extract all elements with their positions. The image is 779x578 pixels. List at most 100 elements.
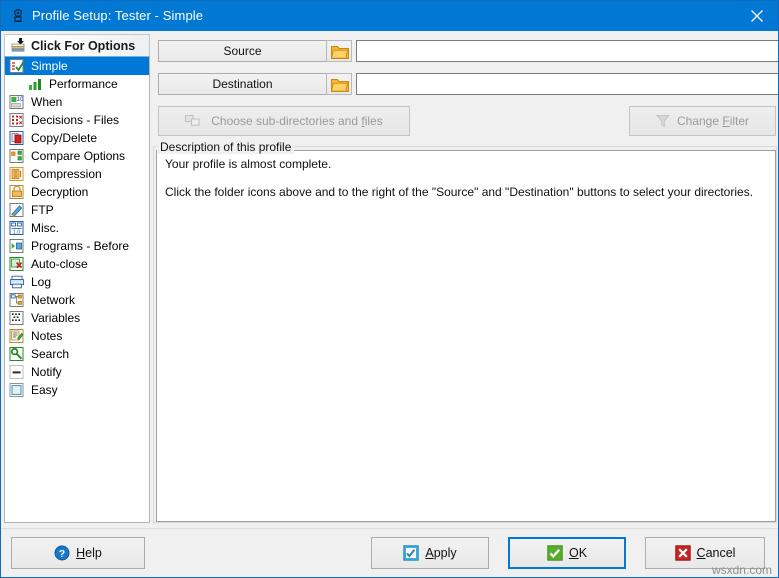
source-button-label: Source — [223, 44, 262, 58]
sidebar-item-label: Notes — [31, 329, 63, 343]
performance-bars-icon — [27, 76, 43, 92]
options-list-icon — [11, 38, 27, 54]
sidebar-item-performance[interactable]: Performance — [5, 75, 149, 93]
source-path-input[interactable] — [356, 40, 778, 62]
destination-button-label: Destination — [212, 77, 273, 91]
compare-options-icon — [9, 148, 25, 164]
sidebar-item-compression[interactable]: Compression — [5, 165, 149, 183]
profile-icon — [10, 8, 26, 24]
apply-button[interactable]: Apply — [371, 537, 489, 569]
destination-button[interactable]: Destination — [158, 73, 327, 95]
options-list[interactable]: Simple Performance 10 When Decisions - Files… — [4, 56, 150, 523]
help-button[interactable]: ? Help — [11, 537, 145, 569]
variables-icon — [9, 310, 25, 326]
sidebar-item-programs-before[interactable]: Programs - Before — [5, 237, 149, 255]
sidebar-item-notify[interactable]: Notify — [5, 363, 149, 381]
sidebar-item-label: Compare Options — [31, 149, 126, 163]
sidebar-item-label: Performance — [49, 77, 118, 91]
copy-delete-icon — [9, 130, 25, 146]
svg-text:?: ? — [59, 548, 65, 560]
log-printer-icon — [9, 274, 25, 290]
sidebar-item-label: Simple — [31, 59, 68, 73]
filter-icon — [655, 114, 671, 128]
sidebar-item-label: Compression — [31, 167, 102, 181]
sidebar-item-label: FTP — [31, 203, 54, 217]
source-folder-button[interactable] — [326, 40, 352, 62]
description-line-2: Click the folder icons above and to the … — [165, 185, 754, 199]
decisions-files-icon — [9, 112, 25, 128]
cancel-label: Cancel — [696, 546, 736, 560]
cancel-icon — [674, 545, 691, 561]
destination-folder-button[interactable] — [326, 73, 352, 95]
sidebar-item-search[interactable]: Search — [5, 345, 149, 363]
folder-icon — [331, 46, 349, 59]
ok-button[interactable]: OK — [508, 537, 626, 569]
description-line-1: Your profile is almost complete. — [165, 157, 332, 171]
main-panel: Source Alternatives Destination — [153, 34, 778, 523]
notify-icon — [9, 364, 25, 380]
compression-icon — [9, 166, 25, 182]
watermark: wsxdn.com — [711, 563, 772, 577]
easy-icon — [9, 382, 25, 398]
title-bar: Profile Setup: Tester - Simple — [1, 1, 778, 31]
sidebar-item-label: When — [31, 95, 63, 109]
programs-before-icon — [9, 238, 25, 254]
sidebar-item-easy[interactable]: Easy — [5, 381, 149, 399]
sidebar-item-decryption[interactable]: Decryption — [5, 183, 149, 201]
description-textbox[interactable]: Your profile is almost complete. Click t… — [156, 150, 776, 522]
sidebar-item-label: Notify — [31, 365, 62, 379]
ok-label: OK — [568, 546, 588, 560]
sidebar-item-misc[interactable]: 1.0 Misc. — [5, 219, 149, 237]
svg-text:10: 10 — [17, 97, 24, 103]
decryption-lock-icon — [9, 184, 25, 200]
sidebar-item-ftp[interactable]: FTP — [5, 201, 149, 219]
click-for-options-label: Click For Options — [31, 39, 136, 53]
sidebar-item-when[interactable]: 10 When — [5, 93, 149, 111]
auto-close-icon — [9, 256, 25, 272]
subdirectories-icon — [185, 113, 203, 129]
choose-subdirectories-label: Choose sub-directories and files — [211, 114, 383, 128]
click-for-options-header[interactable]: Click For Options — [4, 34, 150, 56]
apply-label: Apply — [425, 546, 457, 560]
sidebar-item-label: Copy/Delete — [31, 131, 98, 145]
svg-text:1.0: 1.0 — [13, 229, 21, 235]
change-filter-button[interactable]: Change Filter — [629, 106, 776, 136]
source-button[interactable]: Source — [158, 40, 327, 62]
window-title: Profile Setup: Tester - Simple — [32, 8, 204, 23]
misc-icon: 1.0 — [9, 220, 25, 236]
sidebar-item-network[interactable]: Network — [5, 291, 149, 309]
sidebar-item-label: Decryption — [31, 185, 89, 199]
ftp-icon — [9, 202, 25, 218]
footer-bar: ? Help Apply OK Cancel wsxdn.com — [1, 528, 778, 577]
choose-subdirectories-button[interactable]: Choose sub-directories and files — [158, 106, 410, 136]
simple-checklist-icon — [9, 58, 25, 74]
close-icon[interactable] — [734, 1, 778, 31]
sidebar-item-notes[interactable]: Notes — [5, 327, 149, 345]
network-icon — [9, 292, 25, 308]
description-group: Your profile is almost complete. Click t… — [153, 146, 777, 523]
when-schedule-icon: 10 — [9, 94, 25, 110]
sidebar-item-label: Programs - Before — [31, 239, 130, 253]
change-filter-label: Change Filter — [676, 114, 750, 128]
help-icon: ? — [54, 545, 70, 561]
ok-check-icon — [547, 545, 563, 561]
sidebar-item-label: Log — [31, 275, 52, 289]
sidebar-item-compare-options[interactable]: Compare Options — [5, 147, 149, 165]
sidebar-item-decisions-files[interactable]: Decisions - Files — [5, 111, 149, 129]
sidebar-item-auto-close[interactable]: Auto-close — [5, 255, 149, 273]
sidebar-item-label: Decisions - Files — [31, 113, 120, 127]
sidebar-item-variables[interactable]: Variables — [5, 309, 149, 327]
sidebar-item-label: Search — [31, 347, 70, 361]
sidebar-item-simple[interactable]: Simple — [5, 57, 149, 75]
notes-icon — [9, 328, 25, 344]
sidebar-item-label: Variables — [31, 311, 81, 325]
help-label: Help — [76, 546, 102, 560]
sidebar-item-label: Auto-close — [31, 257, 88, 271]
destination-path-input[interactable] — [356, 73, 778, 95]
description-legend: Description of this profile — [157, 140, 295, 154]
sidebar-item-copy-delete[interactable]: Copy/Delete — [5, 129, 149, 147]
sidebar-item-label: Network — [31, 293, 76, 307]
profile-setup-window: Profile Setup: Tester - Simple Click For… — [0, 0, 779, 578]
sidebar-item-log[interactable]: Log — [5, 273, 149, 291]
sidebar-item-label: Misc. — [31, 221, 59, 235]
